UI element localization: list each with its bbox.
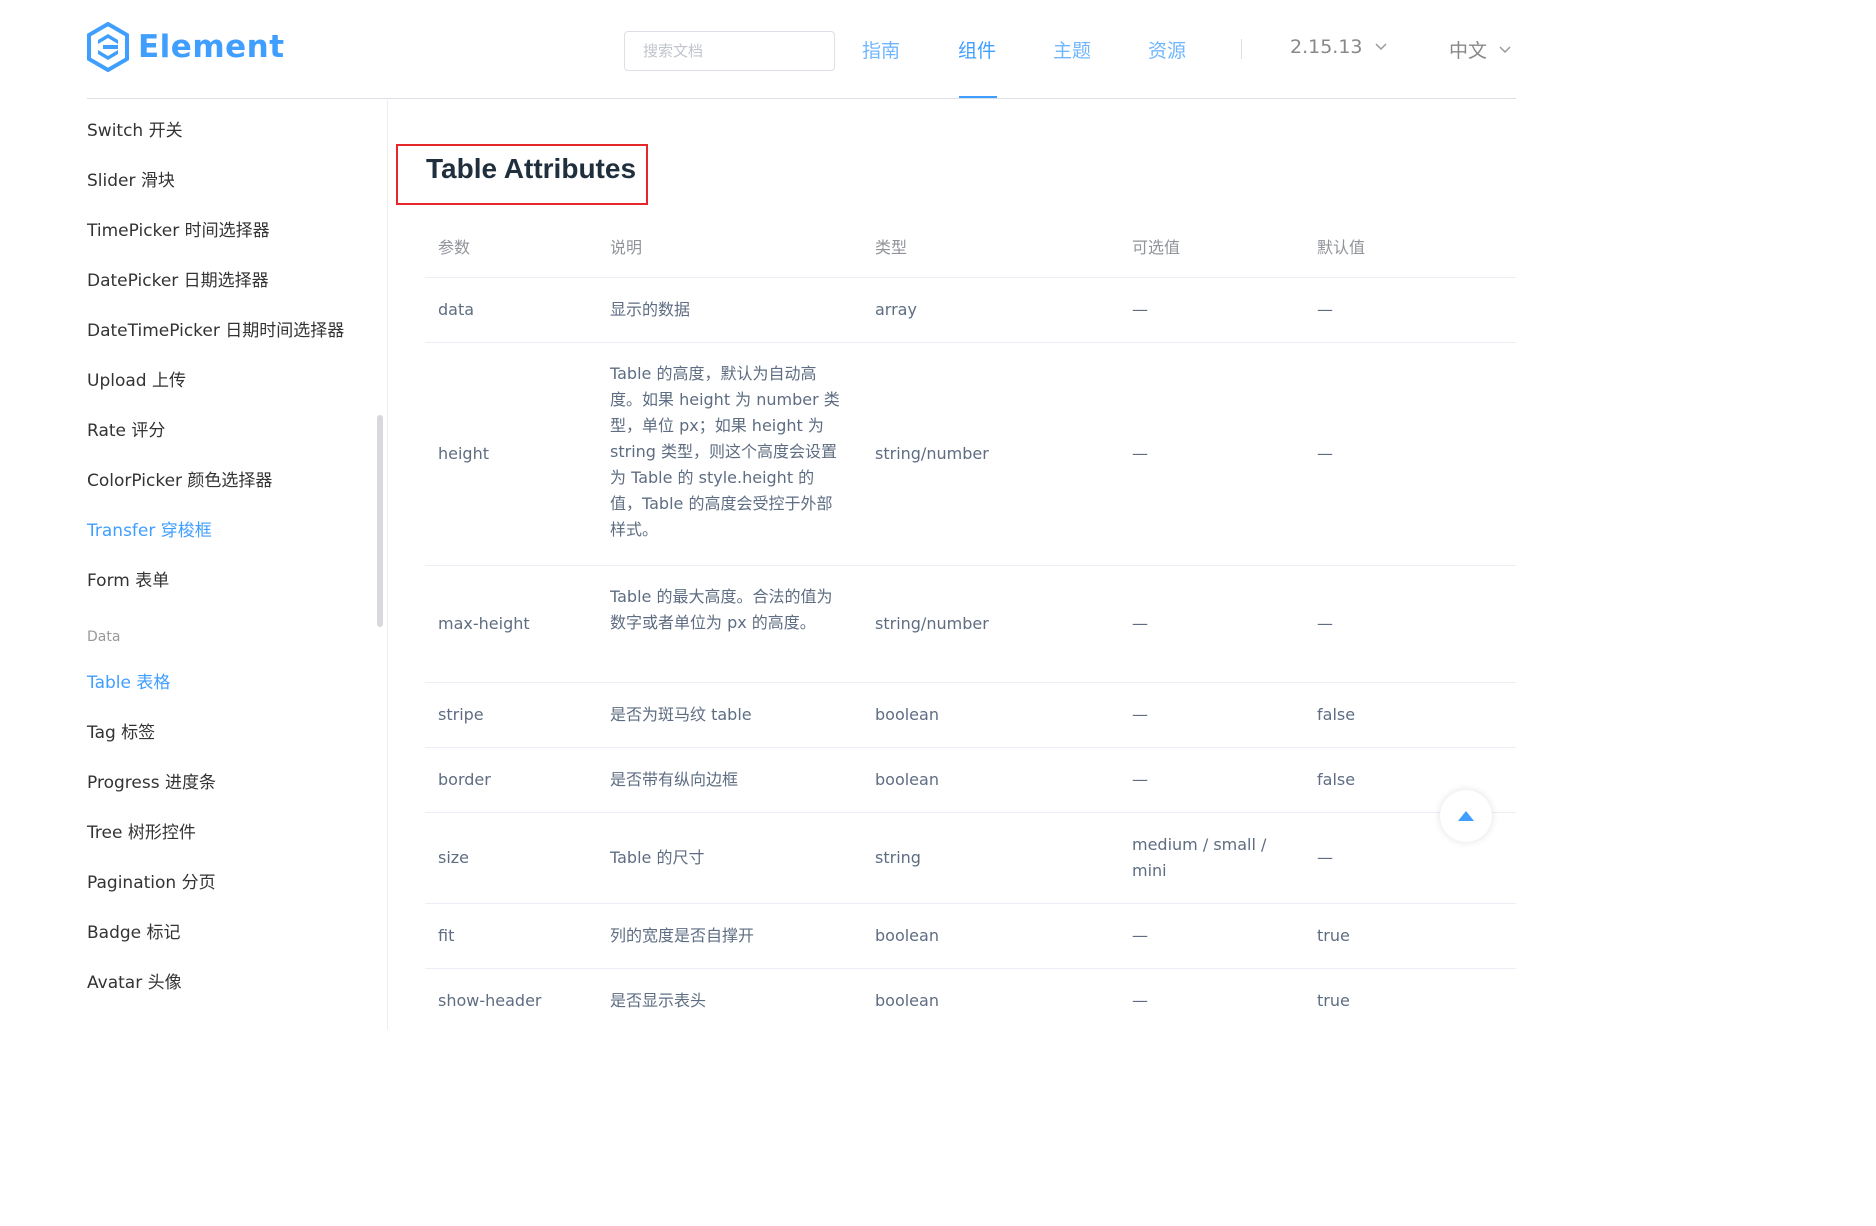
table-row: fit 列的宽度是否自撑开 boolean — true	[425, 904, 1516, 969]
sidebar-item-datepicker[interactable]: DatePicker 日期选择器	[87, 266, 269, 291]
cell-param: height	[438, 444, 489, 463]
cell-type: boolean	[875, 926, 939, 945]
element-logo-icon	[87, 22, 129, 72]
cell-options: medium / small / mini	[1132, 835, 1267, 880]
sidebar-item-pagination[interactable]: Pagination 分页	[87, 868, 216, 893]
sidebar-item-colorpicker[interactable]: ColorPicker 颜色选择器	[87, 466, 272, 491]
cell-param: border	[438, 770, 491, 789]
section-title: Table Attributes	[426, 153, 637, 184]
sidebar: Switch 开关 Slider 滑块 TimePicker 时间选择器 Dat…	[0, 100, 388, 1030]
sidebar-scrollbar[interactable]	[377, 415, 383, 627]
table-row: max-height Table 的最大高度。合法的值为数字或者单位为 px 的…	[425, 566, 1516, 683]
cell-param: data	[438, 300, 475, 319]
table-row: border 是否带有纵向边框 boolean — false	[425, 748, 1516, 813]
sidebar-item-tag[interactable]: Tag 标签	[87, 718, 155, 743]
cell-options: —	[1132, 444, 1148, 463]
cell-description: 是否为斑马纹 table	[610, 705, 752, 724]
top-header: Element 指南 组件 主题 资源 2.15.13 中文	[0, 0, 1548, 100]
table-header: 参数 说明 类型 可选值 默认值	[425, 212, 1516, 278]
column-header-description: 说明	[610, 238, 643, 257]
table-row: size Table 的尺寸 string medium / small / m…	[425, 813, 1516, 904]
sidebar-item-tree[interactable]: Tree 树形控件	[87, 818, 196, 843]
column-header-default: 默认值	[1317, 238, 1366, 257]
sidebar-item-slider[interactable]: Slider 滑块	[87, 166, 175, 191]
language-label: 中文	[1449, 40, 1488, 62]
cell-param: stripe	[438, 705, 484, 724]
cell-options: —	[1132, 614, 1148, 633]
table-row: stripe 是否为斑马纹 table boolean — false	[425, 683, 1516, 748]
chevron-down-icon	[1499, 45, 1511, 53]
cell-options: —	[1132, 926, 1148, 945]
nav-guide[interactable]: 指南	[862, 36, 900, 63]
back-to-top-button[interactable]	[1440, 790, 1492, 842]
cell-description: Table 的最大高度。合法的值为数字或者单位为 px 的高度。	[610, 587, 833, 632]
cell-options: —	[1132, 991, 1148, 1010]
sidebar-item-timepicker[interactable]: TimePicker 时间选择器	[87, 216, 270, 241]
cell-description: 显示的数据	[610, 300, 691, 319]
cell-description: 是否带有纵向边框	[610, 770, 739, 789]
cell-param: show-header	[438, 991, 542, 1010]
header-divider	[87, 98, 1516, 99]
cell-default: false	[1317, 705, 1356, 724]
nav-theme[interactable]: 主题	[1053, 36, 1091, 63]
cell-default: —	[1317, 614, 1333, 633]
sidebar-item-upload[interactable]: Upload 上传	[87, 366, 186, 391]
cell-options: —	[1132, 705, 1148, 724]
cell-description: Table 的尺寸	[610, 848, 705, 867]
cell-type: string	[875, 848, 921, 867]
sidebar-item-badge[interactable]: Badge 标记	[87, 918, 181, 943]
cell-default: false	[1317, 770, 1356, 789]
cell-type: boolean	[875, 770, 939, 789]
sidebar-item-avatar[interactable]: Avatar 头像	[87, 968, 182, 993]
sidebar-group-data: Data	[87, 629, 121, 645]
caret-up-icon	[1458, 811, 1474, 821]
table-row: data 显示的数据 array — —	[425, 278, 1516, 343]
table-row: height Table 的高度，默认为自动高度。如果 height 为 num…	[425, 343, 1516, 566]
language-dropdown[interactable]: 中文	[1449, 36, 1511, 63]
version-label: 2.15.13	[1290, 36, 1363, 58]
cell-default: true	[1317, 926, 1350, 945]
cell-options: —	[1132, 300, 1148, 319]
version-dropdown[interactable]: 2.15.13	[1290, 36, 1387, 58]
sidebar-item-transfer[interactable]: Transfer 穿梭框	[87, 516, 212, 541]
column-header-param: 参数	[438, 238, 471, 257]
brand-name: Element	[138, 29, 285, 65]
attributes-table: 参数 说明 类型 可选值 默认值 data 显示的数据 array — — he…	[425, 212, 1516, 1034]
nav-resource[interactable]: 资源	[1148, 36, 1186, 63]
cell-param: fit	[438, 926, 455, 945]
cell-default: —	[1317, 444, 1333, 463]
search-input[interactable]	[624, 31, 835, 71]
cell-param: size	[438, 848, 470, 867]
cell-type: string/number	[875, 614, 989, 633]
chevron-down-icon	[1375, 43, 1387, 51]
cell-options: —	[1132, 770, 1148, 789]
sidebar-item-rate[interactable]: Rate 评分	[87, 416, 165, 441]
sidebar-item-form[interactable]: Form 表单	[87, 566, 169, 591]
cell-default: true	[1317, 991, 1350, 1010]
cell-type: array	[875, 300, 917, 319]
nav-divider	[1241, 39, 1242, 59]
cell-type: boolean	[875, 705, 939, 724]
cell-description: 是否显示表头	[610, 991, 707, 1010]
column-header-type: 类型	[875, 238, 908, 257]
cell-default: —	[1317, 848, 1333, 867]
nav-component[interactable]: 组件	[958, 36, 996, 63]
cell-type: string/number	[875, 444, 989, 463]
column-header-options: 可选值	[1132, 238, 1181, 257]
sidebar-item-datetimepicker[interactable]: DateTimePicker 日期时间选择器	[87, 316, 344, 341]
table-row: show-header 是否显示表头 boolean — true	[425, 969, 1516, 1034]
cell-param: max-height	[438, 614, 530, 633]
cell-type: boolean	[875, 991, 939, 1010]
sidebar-item-progress[interactable]: Progress 进度条	[87, 768, 216, 793]
sidebar-item-table[interactable]: Table 表格	[87, 668, 170, 693]
cell-description: Table 的高度，默认为自动高度。如果 height 为 number 类型，…	[610, 364, 840, 539]
element-logo[interactable]: Element	[86, 22, 285, 72]
sidebar-item-switch[interactable]: Switch 开关	[87, 116, 183, 141]
cell-description: 列的宽度是否自撑开	[610, 926, 755, 945]
cell-default: —	[1317, 300, 1333, 319]
